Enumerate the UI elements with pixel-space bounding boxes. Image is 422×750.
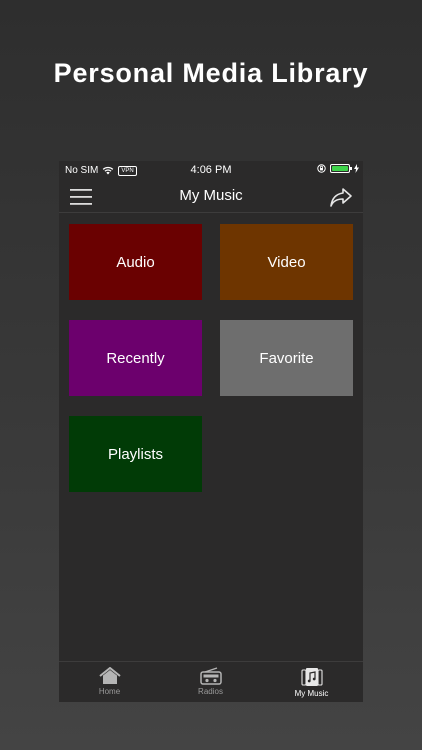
orientation-lock-icon (317, 164, 326, 173)
audio-tile[interactable]: Audio (69, 224, 202, 300)
share-icon[interactable] (329, 186, 353, 208)
tile-label: Playlists (107, 445, 163, 463)
tab-radios[interactable]: Radios (160, 662, 261, 702)
playlists-tile[interactable]: Playlists (69, 416, 202, 492)
tile-label: Audio (116, 253, 155, 271)
radio-icon (199, 667, 222, 685)
tile-label: Video (267, 253, 306, 271)
tab-my-music[interactable]: My Music (261, 662, 362, 702)
tab-label: Home (98, 687, 121, 696)
tile-label: Favorite (259, 349, 314, 367)
recently-tile[interactable]: Recently (69, 320, 202, 396)
page-title: My Music (179, 187, 243, 204)
status-bar: No SIM VPN 4:06 PM (59, 161, 363, 181)
video-tile[interactable]: Video (220, 224, 353, 300)
tab-label: Radios (198, 687, 223, 696)
tile-label: Recently (106, 349, 165, 367)
phone-screen: No SIM VPN 4:06 PM My Music Audio Video … (59, 161, 363, 702)
home-icon (98, 667, 121, 684)
navigation-bar: My Music (59, 181, 363, 213)
music-library-icon (300, 668, 323, 686)
tab-label: My Music (294, 689, 329, 698)
charging-bolt-icon (354, 164, 359, 173)
tab-bar: Home Radios My Music (59, 661, 363, 702)
promo-headline: Personal Media Library (53, 58, 369, 88)
tab-home[interactable]: Home (59, 662, 160, 702)
favorite-tile[interactable]: Favorite (220, 320, 353, 396)
battery-icon (330, 164, 352, 173)
